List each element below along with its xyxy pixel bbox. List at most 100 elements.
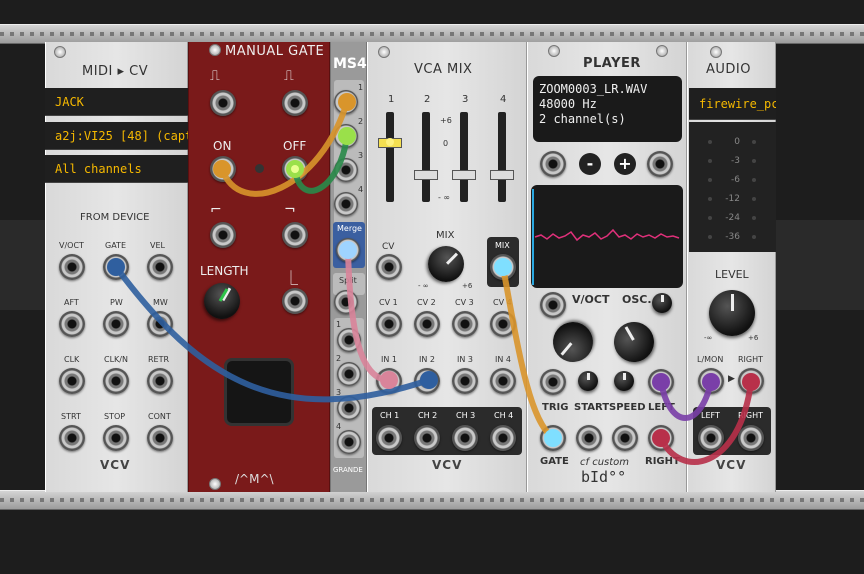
clk-output-jack[interactable] bbox=[59, 368, 85, 394]
midi-device-selector[interactable]: a2j:VI25 [48] (capt bbox=[45, 122, 188, 150]
vca-cv-in-3[interactable] bbox=[452, 311, 478, 337]
player-osc-label: OSC. bbox=[622, 293, 652, 306]
ms4-split-out-2[interactable] bbox=[337, 362, 361, 386]
jack-label-vel: VEL bbox=[150, 241, 165, 250]
player-right-out[interactable] bbox=[648, 425, 674, 451]
player-gate-jack[interactable] bbox=[540, 425, 566, 451]
vca-slider-2[interactable] bbox=[422, 112, 430, 202]
player-prev-file-button[interactable]: - bbox=[579, 153, 601, 175]
vca-cv-in-4[interactable] bbox=[490, 311, 516, 337]
player-osc-button[interactable] bbox=[652, 293, 672, 313]
vca-channel-number-1: 1 bbox=[388, 94, 395, 105]
stop-output-jack[interactable] bbox=[103, 425, 129, 451]
vca-cv-in-2[interactable] bbox=[414, 311, 440, 337]
audio-device-selector[interactable]: firewire_pcm bbox=[689, 88, 776, 120]
ms4-bottom-number-4: 4 bbox=[336, 422, 342, 431]
player-voct-jack[interactable] bbox=[540, 292, 566, 318]
vca-slider-handle-4[interactable] bbox=[490, 170, 514, 180]
vca-slider-4[interactable] bbox=[498, 112, 506, 202]
gate-jack-3[interactable] bbox=[282, 288, 308, 314]
ms4-split-out-4[interactable] bbox=[337, 430, 361, 454]
vca-in-3[interactable] bbox=[452, 368, 478, 394]
aft-output-jack[interactable] bbox=[59, 311, 85, 337]
ms4-merge-out[interactable] bbox=[336, 238, 360, 262]
vca-in-label-1: IN 1 bbox=[381, 355, 397, 364]
ms4-split-out-1[interactable] bbox=[337, 328, 361, 352]
vu-level-6: -6 bbox=[731, 175, 740, 185]
pulse-down-icon: ⎿ bbox=[284, 271, 298, 287]
pulse-step-icon: ⎍ bbox=[284, 68, 294, 84]
clkn-output-jack[interactable] bbox=[103, 368, 129, 394]
vca-slider-3[interactable] bbox=[460, 112, 468, 202]
ms4-merge-in-4[interactable] bbox=[334, 192, 358, 216]
player-channel-count: 2 channel(s) bbox=[539, 112, 626, 126]
vca-slider-handle-1[interactable] bbox=[378, 138, 402, 148]
vca-scale-bot: - ∞ bbox=[438, 193, 451, 202]
vu-led bbox=[708, 140, 712, 144]
vca-in-4[interactable] bbox=[490, 368, 516, 394]
vca-scale-top: +6 bbox=[440, 116, 452, 125]
gate-jack-2[interactable] bbox=[282, 90, 308, 116]
vel-output-jack[interactable] bbox=[147, 254, 173, 280]
vca-ch-out-3[interactable] bbox=[452, 425, 478, 451]
player-trig-jack[interactable] bbox=[540, 369, 566, 395]
arrow-right-icon: ▶ bbox=[728, 374, 735, 384]
vca-slider-1[interactable] bbox=[386, 112, 394, 202]
screw bbox=[209, 478, 221, 490]
player-prev-trigger-jack[interactable] bbox=[540, 151, 566, 177]
voct-output-jack[interactable] bbox=[59, 254, 85, 280]
jack-label-clkn: CLK/N bbox=[104, 355, 128, 364]
player-speed-cv-jack[interactable] bbox=[612, 425, 638, 451]
ms4-merge-in-2[interactable] bbox=[334, 124, 358, 148]
vca-slider-handle-3[interactable] bbox=[452, 170, 476, 180]
vca-ch-out-1[interactable] bbox=[376, 425, 402, 451]
audio-in-right[interactable] bbox=[738, 368, 764, 394]
audio-in-left[interactable] bbox=[698, 368, 724, 394]
jack-label-aft: AFT bbox=[64, 298, 79, 307]
ms4-split-out-3[interactable] bbox=[337, 396, 361, 420]
audio-out-left[interactable] bbox=[698, 425, 724, 451]
gate-jack-1[interactable] bbox=[210, 90, 236, 116]
vca-ch-out-4[interactable] bbox=[490, 425, 516, 451]
vu-led bbox=[752, 197, 756, 201]
vca-cv-in-1[interactable] bbox=[376, 311, 402, 337]
player-speed-trim[interactable] bbox=[614, 371, 634, 391]
vca-slider-handle-2[interactable] bbox=[414, 170, 438, 180]
ms4-bottom-number-2: 2 bbox=[336, 354, 342, 363]
ms4-top-number-1: 1 bbox=[358, 83, 364, 92]
cont-output-jack[interactable] bbox=[147, 425, 173, 451]
vca-cv-label: CV bbox=[382, 242, 395, 252]
vca-in-1[interactable] bbox=[376, 368, 402, 394]
manual-gate-button[interactable] bbox=[224, 358, 294, 426]
audio-level-knob[interactable] bbox=[709, 290, 755, 336]
mw-output-jack[interactable] bbox=[147, 311, 173, 337]
strt-output-jack[interactable] bbox=[59, 425, 85, 451]
retr-output-jack[interactable] bbox=[147, 368, 173, 394]
player-next-trigger-jack[interactable] bbox=[647, 151, 673, 177]
audio-out-label-right: RIGHT bbox=[738, 411, 764, 420]
player-start-cv-jack[interactable] bbox=[576, 425, 602, 451]
player-brand-bottom: bId°° bbox=[581, 468, 627, 486]
vca-cv-in[interactable] bbox=[376, 254, 402, 280]
player-left-out[interactable] bbox=[648, 369, 674, 395]
vca-mix-out[interactable] bbox=[490, 254, 516, 280]
vca-in-2[interactable] bbox=[414, 368, 440, 394]
ms4-merge-in-1[interactable] bbox=[334, 90, 358, 114]
midi-channel-selector[interactable]: All channels bbox=[45, 155, 188, 183]
audio-level-label: LEVEL bbox=[715, 268, 749, 281]
ms4-split-in[interactable] bbox=[334, 290, 358, 314]
player-title: PLAYER bbox=[583, 56, 641, 71]
vca-ch-out-2[interactable] bbox=[414, 425, 440, 451]
off-jack[interactable] bbox=[282, 156, 308, 182]
player-start-trim[interactable] bbox=[578, 371, 598, 391]
ms4-merge-in-3[interactable] bbox=[334, 158, 358, 182]
on-jack[interactable] bbox=[210, 156, 236, 182]
player-next-file-button[interactable]: + bbox=[614, 153, 636, 175]
trigger-jack-2[interactable] bbox=[282, 222, 308, 248]
trigger-jack-1[interactable] bbox=[210, 222, 236, 248]
gate-output-jack[interactable] bbox=[103, 254, 129, 280]
player-speed-label: SPEED bbox=[609, 402, 646, 413]
midi-driver-selector[interactable]: JACK bbox=[45, 88, 188, 116]
audio-out-right[interactable] bbox=[738, 425, 764, 451]
pw-output-jack[interactable] bbox=[103, 311, 129, 337]
